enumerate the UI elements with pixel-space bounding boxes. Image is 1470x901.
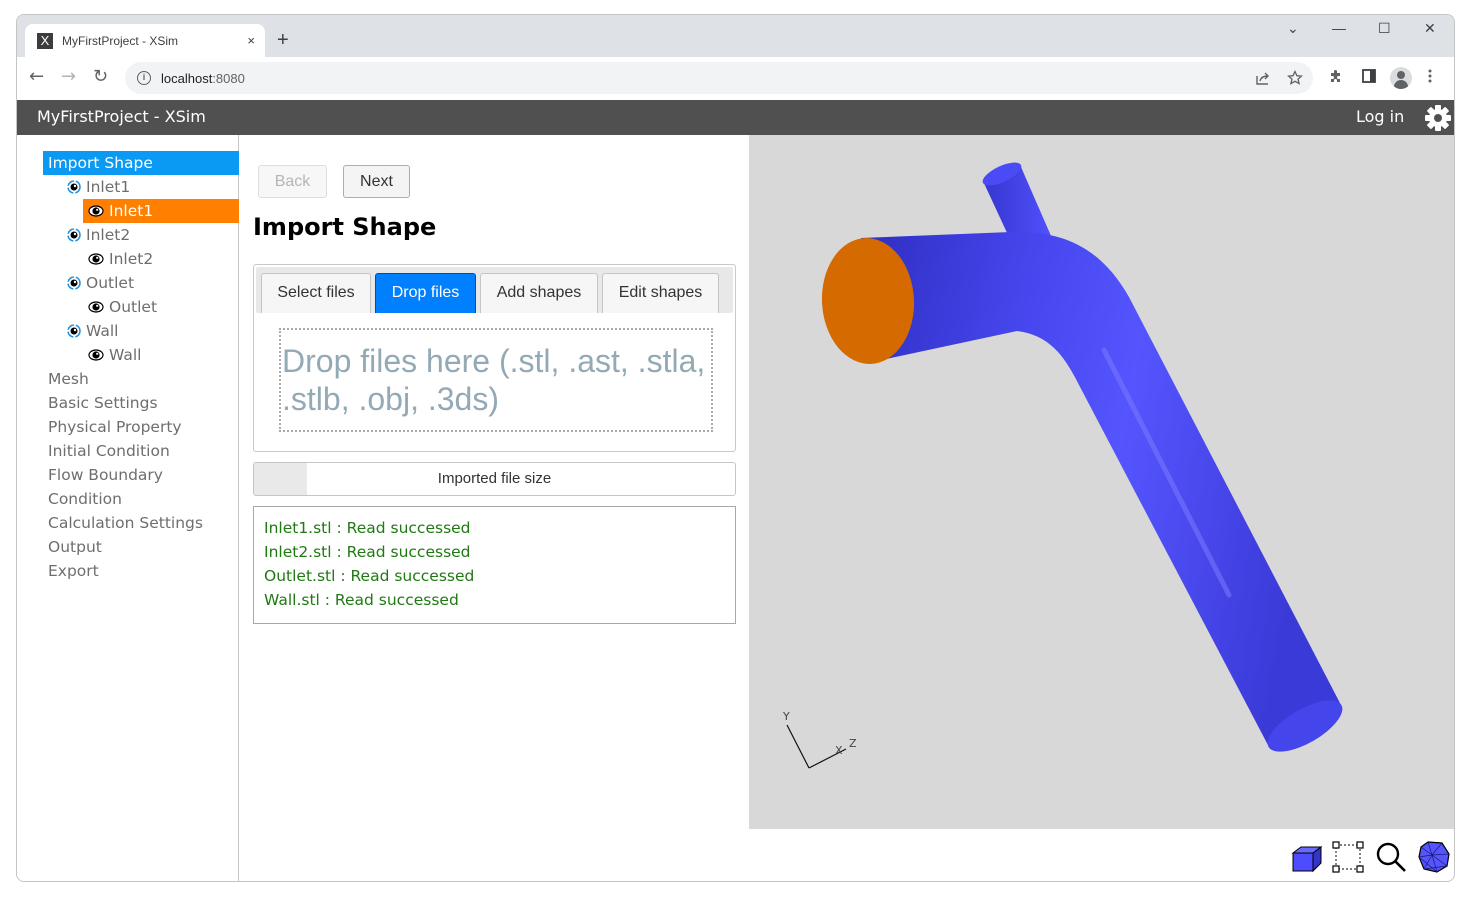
- eye-icon[interactable]: [88, 349, 104, 361]
- shape-item-inlet2[interactable]: Inlet2: [83, 247, 239, 271]
- solid-view-icon[interactable]: [1289, 839, 1323, 875]
- browser-window: X MyFirstProject - XSim × + ⌄ — ☐ ✕ ← → …: [16, 14, 1455, 882]
- visibility-toggle-icon[interactable]: [67, 180, 81, 194]
- shape-item-label: Inlet2: [109, 250, 154, 268]
- shape-item-inlet1[interactable]: Inlet1: [83, 199, 239, 223]
- profile-avatar[interactable]: [1390, 67, 1412, 89]
- shape-group-wall[interactable]: Wall: [67, 319, 118, 343]
- progress-label: Imported file size: [437, 470, 552, 487]
- shape-item-label: Inlet1: [109, 202, 154, 220]
- back-button[interactable]: Back: [258, 165, 327, 198]
- bookmark-star-icon[interactable]: [1287, 70, 1303, 86]
- tab-drop-files[interactable]: Drop files: [375, 273, 476, 313]
- log-line: Inlet2.stl : Read successed: [264, 543, 471, 561]
- shape-group-inlet2[interactable]: Inlet2: [67, 223, 130, 247]
- visibility-toggle-icon[interactable]: [67, 228, 81, 242]
- shape-item-wall[interactable]: Wall: [83, 343, 239, 367]
- maximize-button[interactable]: ☐: [1378, 20, 1391, 37]
- app-header: MyFirstProject - XSim Log in: [17, 100, 1454, 135]
- side-panel-icon[interactable]: [1361, 68, 1377, 84]
- back-nav-icon[interactable]: ←: [29, 67, 44, 87]
- shape-item-label: Outlet: [109, 298, 158, 316]
- shape-group-label: Wall: [86, 322, 119, 340]
- wall-surface[interactable]: [861, 231, 1341, 747]
- log-line: Inlet1.stl : Read successed: [264, 519, 471, 537]
- sidebar-item-physical-property[interactable]: Physical Property: [48, 415, 182, 439]
- sidebar-item-mesh[interactable]: Mesh: [48, 367, 89, 391]
- log-line: Outlet.stl : Read successed: [264, 567, 475, 585]
- shape-group-inlet1[interactable]: Inlet1: [67, 175, 130, 199]
- log-line: Wall.stl : Read successed: [264, 591, 459, 609]
- vessel-model[interactable]: Y X Z: [749, 135, 1455, 829]
- sidebar-item-export[interactable]: Export: [48, 559, 99, 583]
- tab-edit-shapes[interactable]: Edit shapes: [602, 273, 719, 313]
- box-select-icon[interactable]: [1331, 839, 1365, 875]
- axis-x-label: X: [835, 744, 843, 757]
- tab-add-shapes[interactable]: Add shapes: [480, 273, 598, 313]
- next-button[interactable]: Next: [343, 165, 410, 198]
- forward-nav-icon[interactable]: →: [61, 67, 76, 87]
- site-info-icon[interactable]: i: [137, 71, 151, 85]
- wireframe-view-icon[interactable]: [1417, 839, 1451, 875]
- url-port: :8080: [212, 70, 245, 86]
- tab-search-icon[interactable]: ⌄: [1287, 20, 1299, 37]
- eye-icon[interactable]: [88, 301, 104, 313]
- shape-item-label: Wall: [109, 346, 142, 364]
- gear-icon[interactable]: [1424, 104, 1452, 132]
- page-title: Import Shape: [253, 213, 437, 241]
- sidebar-item-import-shape[interactable]: Import Shape: [43, 151, 239, 175]
- sidebar-item-condition[interactable]: Condition: [48, 487, 122, 511]
- zoom-icon[interactable]: [1374, 839, 1408, 875]
- 3d-viewport[interactable]: Y X Z: [749, 135, 1455, 829]
- url-host: localhost: [161, 70, 213, 86]
- shape-group-label: Inlet1: [86, 178, 131, 196]
- workflow-sidebar: Import Shape Inlet1 Inlet1 Inlet2 Inlet2…: [17, 135, 239, 881]
- sidebar-item-basic-settings[interactable]: Basic Settings: [48, 391, 158, 415]
- import-tabbar: Select files Drop files Add shapes Edit …: [256, 267, 733, 313]
- reload-icon[interactable]: ↻: [93, 67, 108, 87]
- visibility-toggle-icon[interactable]: [67, 324, 81, 338]
- eye-icon[interactable]: [88, 205, 104, 217]
- more-menu-icon[interactable]: [1427, 68, 1433, 84]
- shape-group-label: Inlet2: [86, 226, 131, 244]
- favicon-icon: X: [37, 32, 53, 49]
- sidebar-item-output[interactable]: Output: [48, 535, 102, 559]
- browser-toolbar: ← → ↻ i localhost:8080: [17, 57, 1454, 100]
- sidebar-item-flow-boundary[interactable]: Flow Boundary: [48, 463, 163, 487]
- login-link[interactable]: Log in: [1356, 107, 1404, 126]
- browser-tab[interactable]: X MyFirstProject - XSim ×: [25, 24, 265, 57]
- tab-strip: X MyFirstProject - XSim × + ⌄ — ☐ ✕: [17, 15, 1454, 57]
- sidebar-item-calculation-settings[interactable]: Calculation Settings: [48, 511, 203, 535]
- extensions-icon[interactable]: [1328, 68, 1344, 84]
- minimize-button[interactable]: —: [1332, 20, 1346, 36]
- import-log: Inlet1.stl : Read successed Inlet2.stl :…: [253, 506, 736, 624]
- url-text: localhost:8080: [161, 71, 245, 86]
- eye-icon[interactable]: [88, 253, 104, 265]
- share-icon[interactable]: [1255, 70, 1271, 86]
- new-tab-button[interactable]: +: [277, 29, 289, 51]
- address-bar[interactable]: i localhost:8080: [125, 62, 1313, 94]
- app-title: MyFirstProject - XSim: [37, 107, 206, 126]
- axis-y-label: Y: [782, 710, 790, 723]
- tab-select-files[interactable]: Select files: [261, 273, 371, 313]
- imported-file-size-progress: Imported file size: [253, 462, 736, 496]
- main-panel: Back Next Import Shape Select files Drop…: [240, 135, 749, 881]
- close-window-button[interactable]: ✕: [1424, 20, 1436, 37]
- tab-title: MyFirstProject - XSim: [62, 33, 179, 48]
- axis-z-label: Z: [849, 737, 857, 750]
- sidebar-item-initial-condition[interactable]: Initial Condition: [48, 439, 170, 463]
- shape-group-label: Outlet: [86, 274, 135, 292]
- axis-triad: Y X Z: [782, 710, 857, 769]
- visibility-toggle-icon[interactable]: [67, 276, 81, 290]
- shape-item-outlet[interactable]: Outlet: [83, 295, 239, 319]
- tab-close-icon[interactable]: ×: [247, 33, 255, 48]
- import-tabs-panel: Select files Drop files Add shapes Edit …: [253, 264, 736, 452]
- file-dropzone[interactable]: Drop files here (.stl, .ast, .stla, .stl…: [279, 328, 713, 432]
- shape-group-outlet[interactable]: Outlet: [67, 271, 134, 295]
